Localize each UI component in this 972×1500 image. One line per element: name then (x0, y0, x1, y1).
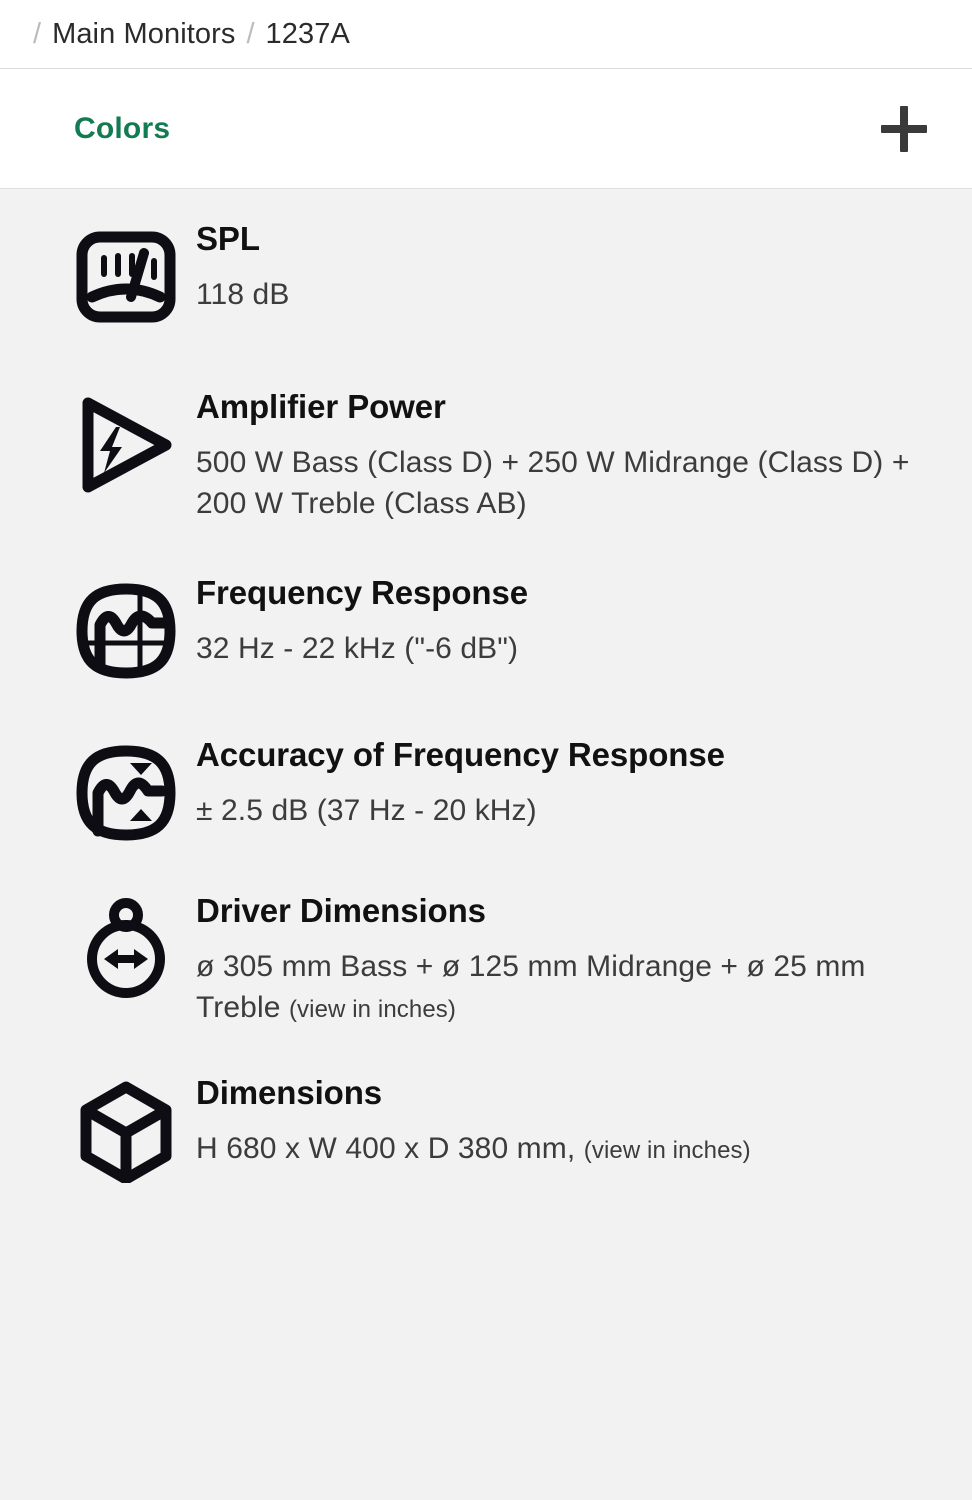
cube-icon (74, 1073, 178, 1183)
spec-value-amplifier-power: 500 W Bass (Class D) + 250 W Midrange (C… (196, 446, 910, 521)
spec-body-dimensions: Dimensions H 680 x W 400 x D 380 mm, (vi… (178, 1073, 932, 1170)
spec-value-dimensions: H 680 x W 400 x D 380 mm, (view in inche… (196, 1129, 932, 1170)
accordion-colors[interactable]: Colors (0, 69, 972, 189)
spec-title-dimensions: Dimensions (196, 1073, 383, 1111)
breadcrumb-item-1237a[interactable]: 1237A (266, 19, 350, 49)
spec-row-accuracy-frequency-response: Accuracy of Frequency Response ± 2.5 dB … (0, 735, 972, 845)
spec-title-driver-dimensions: Driver Dimensions (196, 891, 486, 929)
spec-value-accuracy-frequency-response: ± 2.5 dB (37 Hz - 20 kHz) (196, 794, 537, 828)
spec-body-spl: SPL 118 dB (178, 219, 932, 316)
view-in-inches-link-dimensions[interactable]: (view in inches) (584, 1137, 751, 1164)
spec-row-spl: SPL 118 dB (0, 219, 972, 329)
accuracy-frequency-response-icon (74, 735, 178, 845)
specifications-list: SPL 118 dB Amplifier Power 500 W Bass (C… (0, 189, 972, 1183)
amplifier-power-icon (74, 387, 178, 497)
spec-body-amplifier-power: Amplifier Power 500 W Bass (Class D) + 2… (178, 387, 932, 525)
breadcrumb-separator-1: / (33, 17, 42, 50)
spec-body-driver-dimensions: Driver Dimensions ø 305 mm Bass + ø 125 … (178, 891, 932, 1029)
frequency-response-icon (74, 573, 178, 683)
driver-dimensions-icon (74, 891, 178, 1001)
spec-row-amplifier-power: Amplifier Power 500 W Bass (Class D) + 2… (0, 387, 972, 525)
accordion-colors-label: Colors (74, 111, 171, 145)
breadcrumb-item-main-monitors[interactable]: Main Monitors (52, 19, 235, 49)
spec-row-dimensions: Dimensions H 680 x W 400 x D 380 mm, (vi… (0, 1073, 972, 1183)
spec-value-driver-dimensions: ø 305 mm Bass + ø 125 mm Midrange + ø 25… (196, 947, 932, 1029)
spec-value-frequency-response: 32 Hz - 22 kHz ("-6 dB") (196, 632, 519, 666)
spec-value-dimensions-text: H 680 x W 400 x D 380 mm, (196, 1131, 584, 1165)
spec-title-amplifier-power: Amplifier Power (196, 388, 446, 425)
spec-title-spl: SPL (196, 220, 260, 257)
plus-icon[interactable] (877, 102, 931, 156)
view-in-inches-link-driver[interactable]: (view in inches) (289, 996, 456, 1023)
spec-title-frequency-response: Frequency Response (196, 573, 528, 611)
vu-meter-icon (74, 219, 178, 329)
breadcrumb: / Main Monitors / 1237A (0, 0, 972, 69)
spec-row-frequency-response: Frequency Response 32 Hz - 22 kHz ("-6 d… (0, 573, 972, 683)
breadcrumb-separator-2: / (246, 17, 255, 50)
spec-body-accuracy-frequency-response: Accuracy of Frequency Response ± 2.5 dB … (178, 735, 932, 832)
spec-title-accuracy-frequency-response: Accuracy of Frequency Response (196, 735, 725, 773)
spec-value-spl: 118 dB (196, 278, 290, 312)
spec-body-frequency-response: Frequency Response 32 Hz - 22 kHz ("-6 d… (178, 573, 932, 670)
spec-row-driver-dimensions: Driver Dimensions ø 305 mm Bass + ø 125 … (0, 891, 972, 1029)
